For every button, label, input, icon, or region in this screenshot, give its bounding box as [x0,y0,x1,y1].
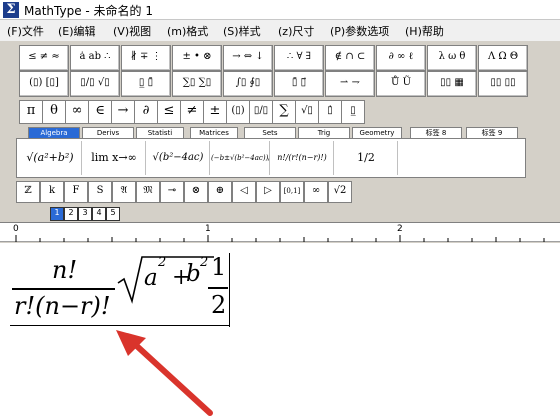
operators-palette[interactable]: ± • ⊗ [172,45,222,71]
menu-bar: (F)文件 (E)编辑 (V)视图 (m)格式 (S)样式 (z)尺寸 (P)参… [0,20,560,41]
text-cursor [229,307,230,327]
ruler-label-1: 1 [205,224,211,234]
oplus-button[interactable]: ⊕ [208,181,232,203]
products-palette[interactable]: Ů Ũ [376,71,426,97]
fractions-radicals-palette[interactable]: ▯/▯ √▯ [70,71,120,97]
matrices-palette[interactable]: ▯▯ ▦ [427,71,477,97]
menu-size[interactable]: (z)尺寸 [278,23,314,39]
misc-symbols-palette[interactable]: ∂ ∞ ℓ [376,45,426,71]
right-arrow-button[interactable]: → [111,100,135,124]
toolbar-area: ≤ ≠ ≈ ȧ ab ∴ ∦ ∓ ⋮ ± • ⊗ → ⇔ ↓ ∴ ∀ ∃ ∉ ∩… [0,41,560,204]
pi-button[interactable]: π [19,100,43,124]
parentheses-button[interactable]: (▯) [226,100,250,124]
equation-selection-box [10,253,230,326]
mathtype-app-icon: Σ [3,2,19,18]
right-triangle-button[interactable]: ▷ [256,181,280,203]
size-button-3[interactable]: 3 [78,207,92,221]
title-bar: Σ MathType - 未命名的 1 [0,0,560,20]
size-button-4[interactable]: 4 [92,207,106,221]
menu-preferences[interactable]: (P)参数选项 [330,23,389,39]
set-theory-palette[interactable]: ∉ ∩ ⊂ [325,45,375,71]
left-triangle-button[interactable]: ◁ [232,181,256,203]
fences-palette[interactable]: (▯) [▯] [19,71,69,97]
ruler-label-2: 2 [397,224,403,234]
less-equal-button[interactable]: ≤ [157,100,181,124]
infinity-button[interactable]: ∞ [65,100,89,124]
integrals-palette[interactable]: ∫▯ ∮▯ [223,71,273,97]
template-limit[interactable]: lim x→∞ [83,141,146,175]
multimap-button[interactable]: ⊸ [160,181,184,203]
window-title: MathType - 未命名的 1 [24,4,153,18]
size-button-1[interactable]: 1 [50,207,64,221]
theta-button[interactable]: θ [42,100,66,124]
boxes-palette[interactable]: ▯▯ ▯▯ [478,71,528,97]
underbar-button[interactable]: ▯̲ [341,100,365,124]
sqrt-button[interactable]: √▯ [295,100,319,124]
equation-editor[interactable]: n! r!(n−r)! a 2 + b 2 1 2 [0,243,560,420]
red-arrow-annotation [116,330,213,416]
menu-file[interactable]: (F)文件 [7,23,44,39]
s-symbol-button[interactable]: S [88,181,112,203]
dot-accent-button[interactable]: ▯̇ [318,100,342,124]
ruler-ticks [15,235,545,242]
embellishments-palette[interactable]: ∦ ∓ ⋮ [121,45,171,71]
template-one-half[interactable]: 1/2 [335,141,398,175]
greek-upper-palette[interactable]: Λ Ω Θ [478,45,528,71]
summation-palette[interactable]: ∑▯ ∑▯ [172,71,222,97]
arrows-palette[interactable]: → ⇔ ↓ [223,45,273,71]
ruler-label-0: 0 [13,224,19,234]
equation[interactable]: n! r!(n−r)! a 2 + b 2 1 2 [0,243,560,420]
partial-button[interactable]: ∂ [134,100,158,124]
template-quadratic-formula[interactable]: (−b±√(b²−4ac))/2a [211,141,270,175]
menu-style[interactable]: (S)样式 [223,23,261,39]
spaces-ellipses-palette[interactable]: ȧ ab ∴ [70,45,120,71]
template-discriminant[interactable]: √(b²−4ac) [147,141,210,175]
fraktur-m-button[interactable]: 𝔐 [136,181,160,203]
greek-lower-palette[interactable]: λ ω θ [427,45,477,71]
size-tab-bar: 1 2 3 4 5 [0,204,560,222]
menu-view[interactable]: (V)视图 [113,23,151,39]
template-hypotenuse[interactable]: √(a²+b²) [19,141,82,175]
subscript-superscript-palette[interactable]: ▯̲ ▯̄ [121,71,171,97]
f-symbol-button[interactable]: F [64,181,88,203]
fraction-button[interactable]: ▯/▯ [249,100,273,124]
relations-palette[interactable]: ≤ ≠ ≈ [19,45,69,71]
sqrt-two-button[interactable]: √2 [328,181,352,203]
menu-help[interactable]: (H)帮助 [405,23,444,39]
template-row: √(a²+b²) lim x→∞ √(b²−4ac) (−b±√(b²−4ac)… [16,138,526,178]
underbar-overbar-palette[interactable]: ▯̄ ▯⃗ [274,71,324,97]
interval-button[interactable]: [0,1] [280,181,304,203]
menu-edit[interactable]: (E)编辑 [58,23,96,39]
size-button-2[interactable]: 2 [64,207,78,221]
fraktur-a-button[interactable]: 𝔄 [112,181,136,203]
ruler[interactable]: 0 1 2 [0,222,560,242]
logical-palette[interactable]: ∴ ∀ ∃ [274,45,324,71]
otimes-button[interactable]: ⊗ [184,181,208,203]
element-of-button[interactable]: ∈ [88,100,112,124]
integers-symbol-button[interactable]: ℤ [16,181,40,203]
menu-format[interactable]: (m)格式 [167,23,208,39]
plus-minus-button[interactable]: ± [203,100,227,124]
size-button-5[interactable]: 5 [106,207,120,221]
labeled-arrows-palette[interactable]: ⇀ ⇁ [325,71,375,97]
summation-button[interactable]: ∑ [272,100,296,124]
not-equal-button[interactable]: ≠ [180,100,204,124]
infinity-symbol-button[interactable]: ∞ [304,181,328,203]
k-symbol-button[interactable]: k [40,181,64,203]
template-combination[interactable]: n!/(r!(n−r)!) [271,141,334,175]
